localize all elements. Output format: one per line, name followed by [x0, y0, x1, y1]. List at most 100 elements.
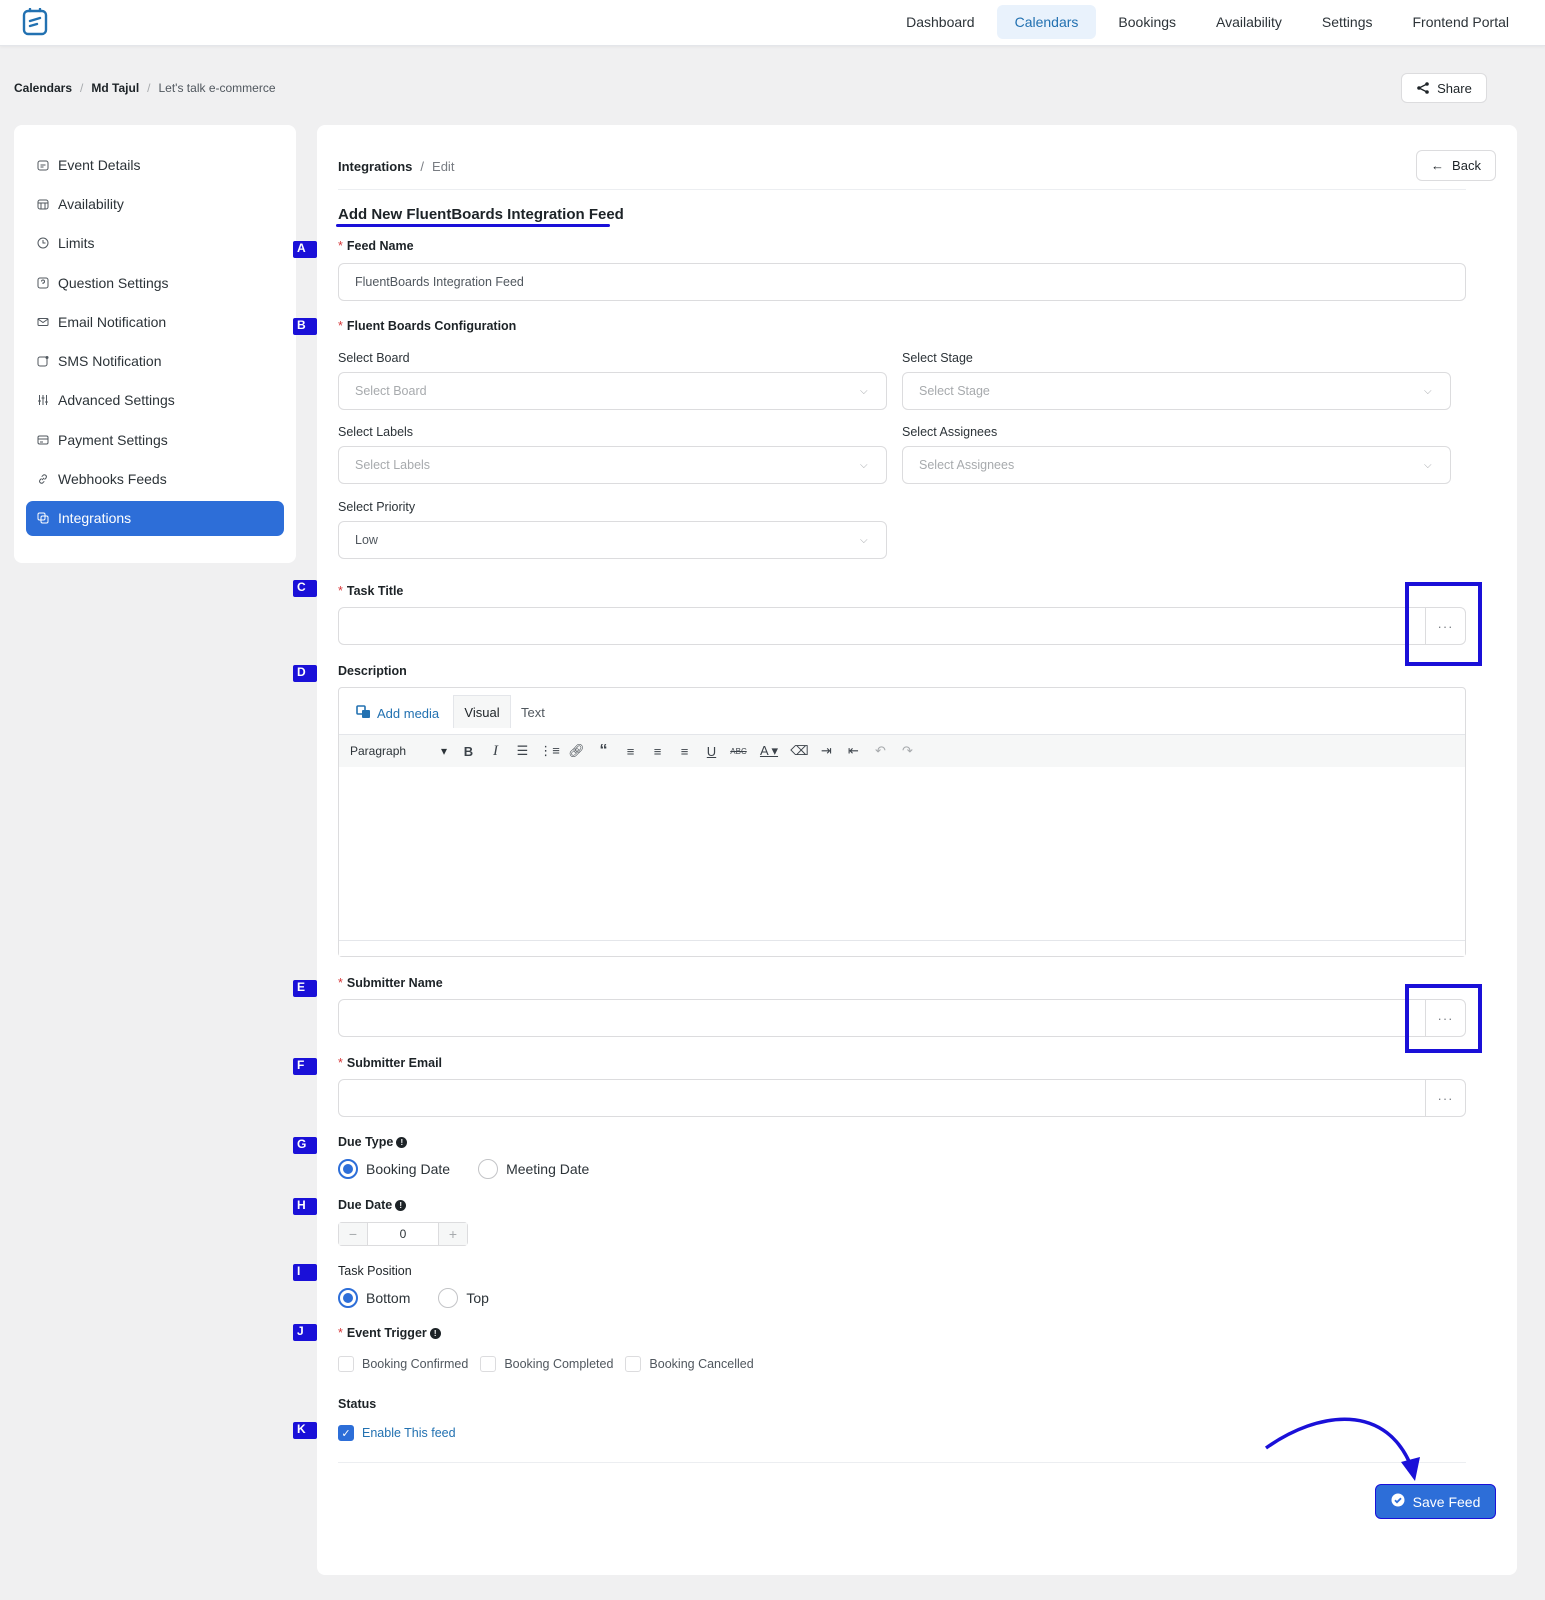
info-icon[interactable]: !	[395, 1200, 407, 1211]
nav-calendars[interactable]: Calendars	[996, 5, 1097, 39]
sidebar-item-webhooks-feeds[interactable]: Webhooks Feeds	[14, 459, 296, 498]
description-label: Description	[338, 664, 407, 678]
sidebar-item-event-details[interactable]: Event Details	[14, 145, 296, 184]
link-icon[interactable]: 🔗︎	[563, 743, 590, 759]
sidebar-item-limits[interactable]: Limits	[14, 224, 296, 263]
feed-name-input[interactable]: FluentBoards Integration Feed	[338, 263, 1466, 301]
breadcrumb-calendars[interactable]: Calendars	[14, 81, 72, 95]
numbered-list-icon[interactable]: ⋮≡	[536, 743, 563, 759]
panel-breadcrumb-integrations[interactable]: Integrations	[338, 159, 412, 174]
submitter-name-input-group: ···	[338, 999, 1466, 1037]
more-dots-icon: ···	[1437, 1090, 1454, 1106]
undo-icon[interactable]: ↶	[867, 743, 894, 759]
sidebar-item-sms-notification[interactable]: SMS Notification	[14, 341, 296, 380]
annotation-marker-f: F	[293, 1058, 317, 1075]
select-assignees-dropdown[interactable]: Select Assignees ⌵	[902, 446, 1451, 484]
sidebar-item-advanced-settings[interactable]: Advanced Settings	[14, 381, 296, 420]
clear-format-icon[interactable]: ⌫	[786, 743, 813, 759]
info-icon[interactable]: !	[396, 1137, 408, 1148]
app-logo-icon[interactable]	[22, 7, 50, 38]
nav-availability[interactable]: Availability	[1198, 5, 1300, 39]
radio-top[interactable]: Top	[438, 1288, 489, 1308]
sidebar-item-email-notification[interactable]: Email Notification	[14, 302, 296, 341]
caret-down-icon: ▾	[440, 744, 447, 758]
nav-settings[interactable]: Settings	[1304, 5, 1391, 39]
tab-text[interactable]: Text	[521, 705, 545, 720]
task-title-input-group: ···	[338, 607, 1466, 645]
strikethrough-icon[interactable]: ABC	[725, 747, 752, 756]
back-button[interactable]: ← Back	[1416, 150, 1496, 181]
align-right-icon[interactable]: ≡	[671, 744, 698, 759]
nav-bookings[interactable]: Bookings	[1100, 5, 1194, 39]
share-label: Share	[1437, 80, 1472, 96]
link-icon	[36, 473, 49, 486]
sidebar-item-question-settings[interactable]: Question Settings	[14, 263, 296, 302]
shortcode-picker-button[interactable]: ···	[1425, 1080, 1465, 1116]
align-left-icon[interactable]: ≡	[617, 744, 644, 759]
radio-bottom[interactable]: Bottom	[338, 1288, 410, 1308]
underline-icon[interactable]: U	[698, 744, 725, 759]
divider	[338, 189, 1466, 190]
save-feed-button[interactable]: Save Feed	[1375, 1484, 1496, 1519]
add-media-button[interactable]: Add media	[356, 705, 439, 722]
bullet-list-icon[interactable]: ☰	[509, 743, 536, 759]
text-color-icon[interactable]: A ▾	[752, 743, 786, 759]
checkbox-booking-completed[interactable]: Booking Completed	[480, 1356, 613, 1372]
title-underline-annotation	[336, 224, 610, 227]
back-label: Back	[1452, 158, 1481, 173]
top-navigation: Dashboard Calendars Bookings Availabilit…	[888, 5, 1527, 39]
tab-visual[interactable]: Visual	[453, 695, 511, 728]
select-stage-label: Select Stage	[902, 351, 973, 365]
decrement-button[interactable]: −	[339, 1223, 367, 1245]
format-select[interactable]: Paragraph ▾	[350, 744, 455, 758]
select-priority-dropdown[interactable]: Low ⌵	[338, 521, 887, 559]
radio-meeting-date[interactable]: Meeting Date	[478, 1159, 589, 1179]
select-labels-dropdown[interactable]: Select Labels ⌵	[338, 446, 887, 484]
panel-breadcrumb: Integrations / Edit	[338, 159, 454, 174]
breadcrumb-separator: /	[80, 81, 84, 95]
sidebar-item-integrations[interactable]: Integrations	[26, 500, 284, 536]
checkbox-booking-cancelled[interactable]: Booking Cancelled	[625, 1356, 754, 1372]
breadcrumb: Calendars / Md Tajul / Let's talk e-comm…	[14, 81, 276, 95]
due-date-value[interactable]: 0	[367, 1223, 439, 1245]
breadcrumb-separator: /	[420, 159, 425, 174]
editor-toolbar: Paragraph ▾ B I ☰ ⋮≡ 🔗︎ “ ≡ ≡ ≡ U ABC A ▾…	[339, 734, 1465, 767]
sidebar-item-payment-settings[interactable]: Payment Settings	[14, 420, 296, 459]
breadcrumb-user[interactable]: Md Tajul	[91, 81, 139, 95]
highlight-box-submitter-name	[1405, 984, 1482, 1053]
increment-button[interactable]: +	[439, 1223, 467, 1245]
due-type-radio-group: Booking Date Meeting Date	[338, 1159, 589, 1179]
annotation-marker-i: I	[293, 1264, 317, 1281]
annotation-marker-e: E	[293, 980, 317, 997]
annotation-marker-c: C	[293, 580, 317, 597]
select-stage-dropdown[interactable]: Select Stage ⌵	[902, 372, 1451, 410]
editor-content-area[interactable]	[339, 767, 1465, 942]
blockquote-icon[interactable]: “	[590, 742, 617, 760]
sidebar-item-label: Limits	[58, 235, 95, 252]
nav-dashboard[interactable]: Dashboard	[888, 5, 993, 39]
checkbox-enable-feed[interactable]: ✓ Enable This feed	[338, 1425, 456, 1441]
radio-booking-date[interactable]: Booking Date	[338, 1159, 450, 1179]
bold-icon[interactable]: B	[455, 744, 482, 759]
align-center-icon[interactable]: ≡	[644, 744, 671, 759]
highlight-box-task-title	[1405, 582, 1482, 666]
nav-frontend-portal[interactable]: Frontend Portal	[1395, 5, 1528, 39]
outdent-icon[interactable]: ⇤	[840, 743, 867, 759]
sidebar-item-label: Integrations	[58, 510, 132, 527]
clock-icon	[36, 237, 49, 250]
italic-icon[interactable]: I	[482, 743, 509, 760]
submitter-name-label: * Submitter Name	[338, 976, 443, 990]
indent-icon[interactable]: ⇥	[813, 743, 840, 759]
sidebar-item-label: Email Notification	[58, 313, 167, 330]
info-icon[interactable]: !	[429, 1328, 441, 1339]
share-button[interactable]: Share	[1401, 73, 1487, 103]
annotation-marker-h: H	[293, 1198, 317, 1215]
checkbox-booking-confirmed[interactable]: Booking Confirmed	[338, 1356, 468, 1372]
editor-resize-bar[interactable]	[339, 940, 1465, 956]
annotation-marker-k: K	[293, 1422, 317, 1439]
redo-icon[interactable]: ↷	[894, 743, 921, 759]
submitter-email-label: * Submitter Email	[338, 1056, 443, 1070]
settings-sidebar: Event Details Availability Limits Questi…	[14, 125, 296, 563]
sidebar-item-availability[interactable]: Availability	[14, 184, 296, 223]
select-board-dropdown[interactable]: Select Board ⌵	[338, 372, 887, 410]
